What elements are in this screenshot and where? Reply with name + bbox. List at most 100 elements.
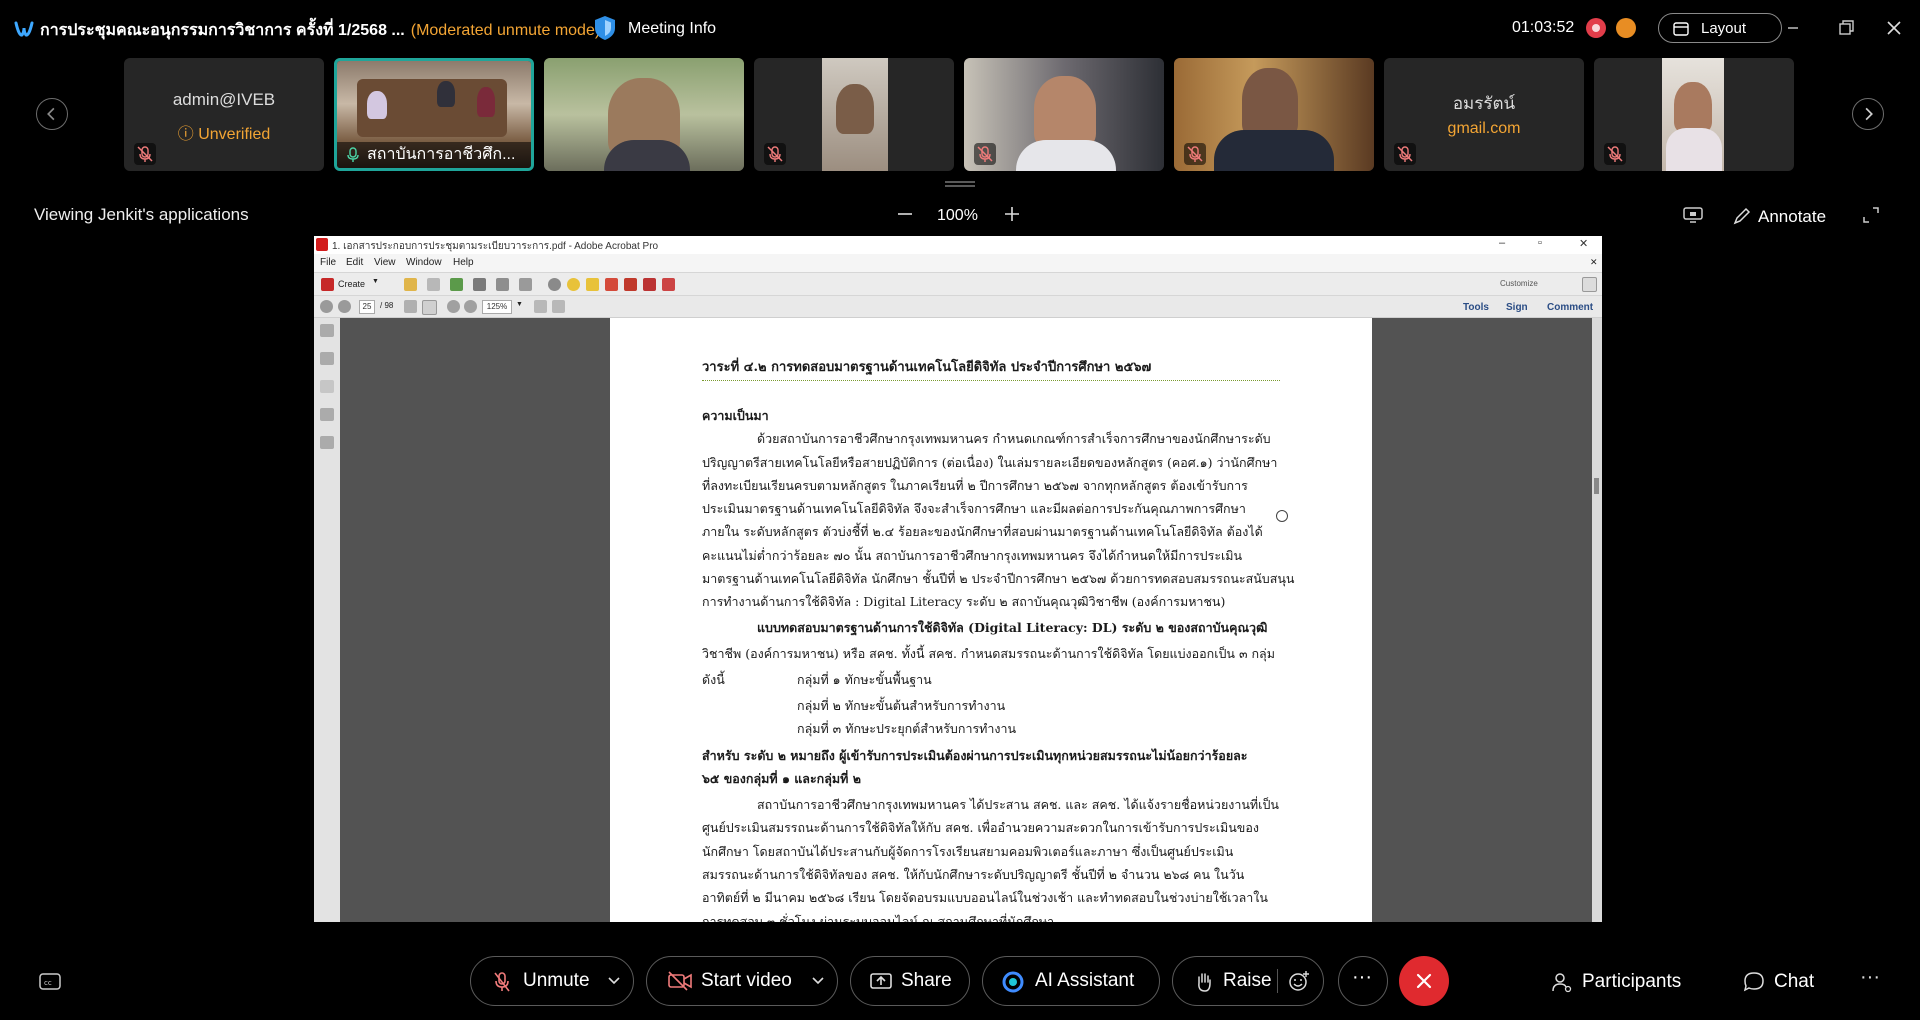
highlight-icon[interactable] [586,278,599,291]
form-icon[interactable] [662,278,675,291]
participant-tile[interactable] [1174,58,1374,171]
create-button[interactable]: Create [338,279,365,289]
doc-line: สำหรับ ระดับ ๒ หมายถึง ผู้เข้ารับการประเ… [702,748,1248,763]
zoom-in-icon[interactable] [1003,205,1021,223]
chevron-down-icon[interactable] [811,976,825,986]
doc-line: ปริญญาตรีสายเทคโนโลยีหรือสายปฏิบัติการ (… [702,455,1278,470]
recording-indicator-icon[interactable] [1586,18,1606,38]
participant-tile-active[interactable]: สถาบันการอาชีวศึก... [334,58,534,171]
page-thumbnails-icon[interactable] [320,324,334,337]
acrobat-close-icon[interactable]: ✕ [1579,237,1588,250]
more-options-button[interactable]: ··· [1338,956,1388,1006]
unmute-button[interactable]: Unmute [470,956,634,1006]
comment-icon[interactable] [567,278,580,291]
resize-handle-icon[interactable] [945,180,975,188]
menu-edit[interactable]: Edit [346,257,363,268]
fullscreen-icon[interactable] [1862,206,1880,224]
participant-tile[interactable] [964,58,1164,171]
zoom-dropdown-icon[interactable]: ▼ [516,301,523,308]
prev-page-icon[interactable] [320,300,333,313]
zoom-out-acrobat-icon[interactable] [447,300,460,313]
participant-tile[interactable] [1594,58,1794,171]
menu-file[interactable]: File [320,257,336,268]
zoom-select[interactable]: 125% [482,300,512,314]
review-icon[interactable] [605,278,618,291]
raise-hand-button[interactable]: Raise [1172,956,1324,1006]
layers-icon[interactable] [320,408,334,421]
more-panels-icon[interactable]: ··· [1860,966,1880,989]
upload-icon[interactable] [450,278,463,291]
captions-icon[interactable]: cc [38,972,62,992]
close-icon[interactable] [1882,16,1906,40]
fit-width-icon[interactable] [552,300,565,313]
participant-tile[interactable] [544,58,744,171]
expand-icon[interactable] [1582,277,1597,292]
combine-icon[interactable] [624,278,637,291]
open-icon[interactable] [404,278,417,291]
start-video-label: Start video [701,970,792,991]
zoom-in-acrobat-icon[interactable] [464,300,477,313]
ai-assistant-button[interactable]: AI Assistant [982,956,1160,1006]
attachments-icon[interactable] [320,380,334,393]
leave-meeting-button[interactable] [1399,956,1449,1006]
signatures-icon[interactable] [320,436,334,449]
chevron-down-icon[interactable] [607,976,621,986]
ai-assistant-label: AI Assistant [1035,970,1135,991]
participant-tile[interactable]: admin@IVEB ⓘ Unverified [124,58,324,171]
tools-link[interactable]: Tools [1463,302,1489,313]
bookmarks-icon[interactable] [320,352,334,365]
settings-icon[interactable] [548,278,561,291]
export-icon[interactable] [643,278,656,291]
email-icon[interactable] [519,278,532,291]
restore-icon[interactable] [1834,16,1858,40]
start-video-button[interactable]: Start video [646,956,838,1006]
video-feed-person [1242,68,1298,138]
hand-tool-icon[interactable] [422,300,437,315]
acrobat-menu-bar: File Edit View Window Help ✕ [314,254,1602,272]
audio-indicator-icon[interactable] [1616,18,1636,38]
reactions-icon[interactable] [1287,969,1311,993]
scroll-right-icon[interactable] [1852,98,1884,130]
menu-window[interactable]: Window [406,257,442,268]
zoom-out-icon[interactable] [896,205,914,223]
annotate-button[interactable]: Annotate [1732,204,1842,228]
scroll-left-icon[interactable] [36,98,68,130]
minimize-icon[interactable] [1781,16,1805,40]
unverified-text: Unverified [198,126,271,143]
participant-tile[interactable] [754,58,954,171]
acrobat-side-panel [314,318,341,922]
acrobat-restore-icon[interactable]: ▫ [1538,237,1542,249]
menu-view[interactable]: View [374,257,396,268]
vertical-scrollbar[interactable] [1592,318,1602,922]
save-icon[interactable] [427,278,440,291]
layout-button[interactable]: Layout [1658,13,1782,43]
create-dropdown-icon[interactable]: ▼ [372,278,379,285]
next-page-icon[interactable] [338,300,351,313]
scrollbar-thumb[interactable] [1594,478,1599,494]
acrobat-minimize-icon[interactable]: – [1499,237,1505,249]
meeting-info-button[interactable]: Meeting Info [628,20,716,38]
page-number-input[interactable]: 25 [359,300,375,314]
select-tool-icon[interactable] [404,300,417,313]
layout-icon [1673,22,1689,36]
participant-tile[interactable]: อมรรัตน์ gmail.com [1384,58,1584,171]
menu-close-doc-icon[interactable]: ✕ [1590,257,1598,268]
comment-link[interactable]: Comment [1547,302,1593,313]
participants-button[interactable]: Participants [1550,970,1700,994]
acrobat-toolbar: Create ▼ Customize [314,272,1602,296]
menu-help[interactable]: Help [453,257,474,268]
edit-icon[interactable] [496,278,509,291]
shield-icon[interactable] [592,14,618,42]
muted-mic-icon [764,143,786,165]
document-canvas[interactable]: วาระที่ ๔.๒ การทดสอบมาตรฐานด้านเทคโนโลยี… [340,318,1602,922]
video-feed-person [1674,82,1712,132]
customize-button[interactable]: Customize [1500,279,1538,288]
chat-button[interactable]: Chat [1742,970,1832,994]
fit-page-icon[interactable] [534,300,547,313]
print-icon[interactable] [473,278,486,291]
screen-share-icon[interactable] [1682,206,1704,224]
sign-link[interactable]: Sign [1506,302,1528,313]
video-feed-person [836,84,874,134]
doc-line: ๖๕ ของกลุ่มที่ ๑ และกลุ่มที่ ๒ [702,771,861,786]
share-button[interactable]: Share [850,956,970,1006]
